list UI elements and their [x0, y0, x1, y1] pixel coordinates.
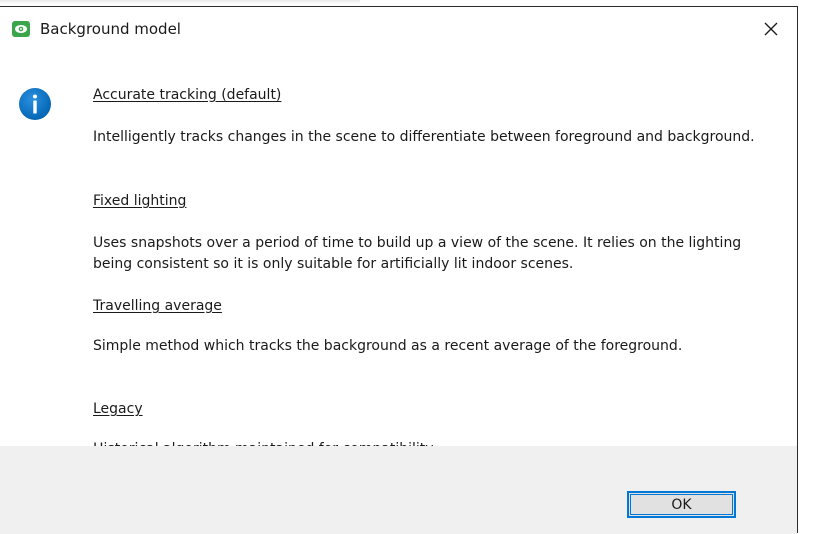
- section-title-fixed-lighting[interactable]: Fixed lighting: [93, 191, 186, 211]
- section-desc-fixed-lighting: Uses snapshots over a period of time to …: [93, 235, 742, 272]
- ok-button-label: OK: [671, 496, 692, 513]
- section-desc-accurate-tracking: Intelligently tracks changes in the scen…: [93, 129, 755, 145]
- close-button[interactable]: [751, 13, 791, 45]
- section-desc-travelling-average: Simple method which tracks the backgroun…: [93, 338, 683, 354]
- section-title-accurate-tracking[interactable]: Accurate tracking (default): [93, 85, 281, 105]
- title-bar[interactable]: Background model: [0, 7, 797, 51]
- eye-icon: [12, 21, 30, 37]
- ok-button[interactable]: OK: [627, 491, 736, 518]
- window-shadow: [0, 0, 360, 4]
- section-title-legacy[interactable]: Legacy: [93, 399, 143, 419]
- close-icon: [764, 22, 778, 36]
- dialog-window: Background model Accurate tracking (defa…: [0, 6, 798, 534]
- info-icon: [18, 87, 52, 121]
- section-title-travelling-average[interactable]: Travelling average: [93, 296, 222, 316]
- window-title: Background model: [40, 20, 181, 38]
- dialog-footer: OK: [0, 446, 797, 534]
- dialog-content: Accurate tracking (default) Intelligentl…: [0, 51, 797, 457]
